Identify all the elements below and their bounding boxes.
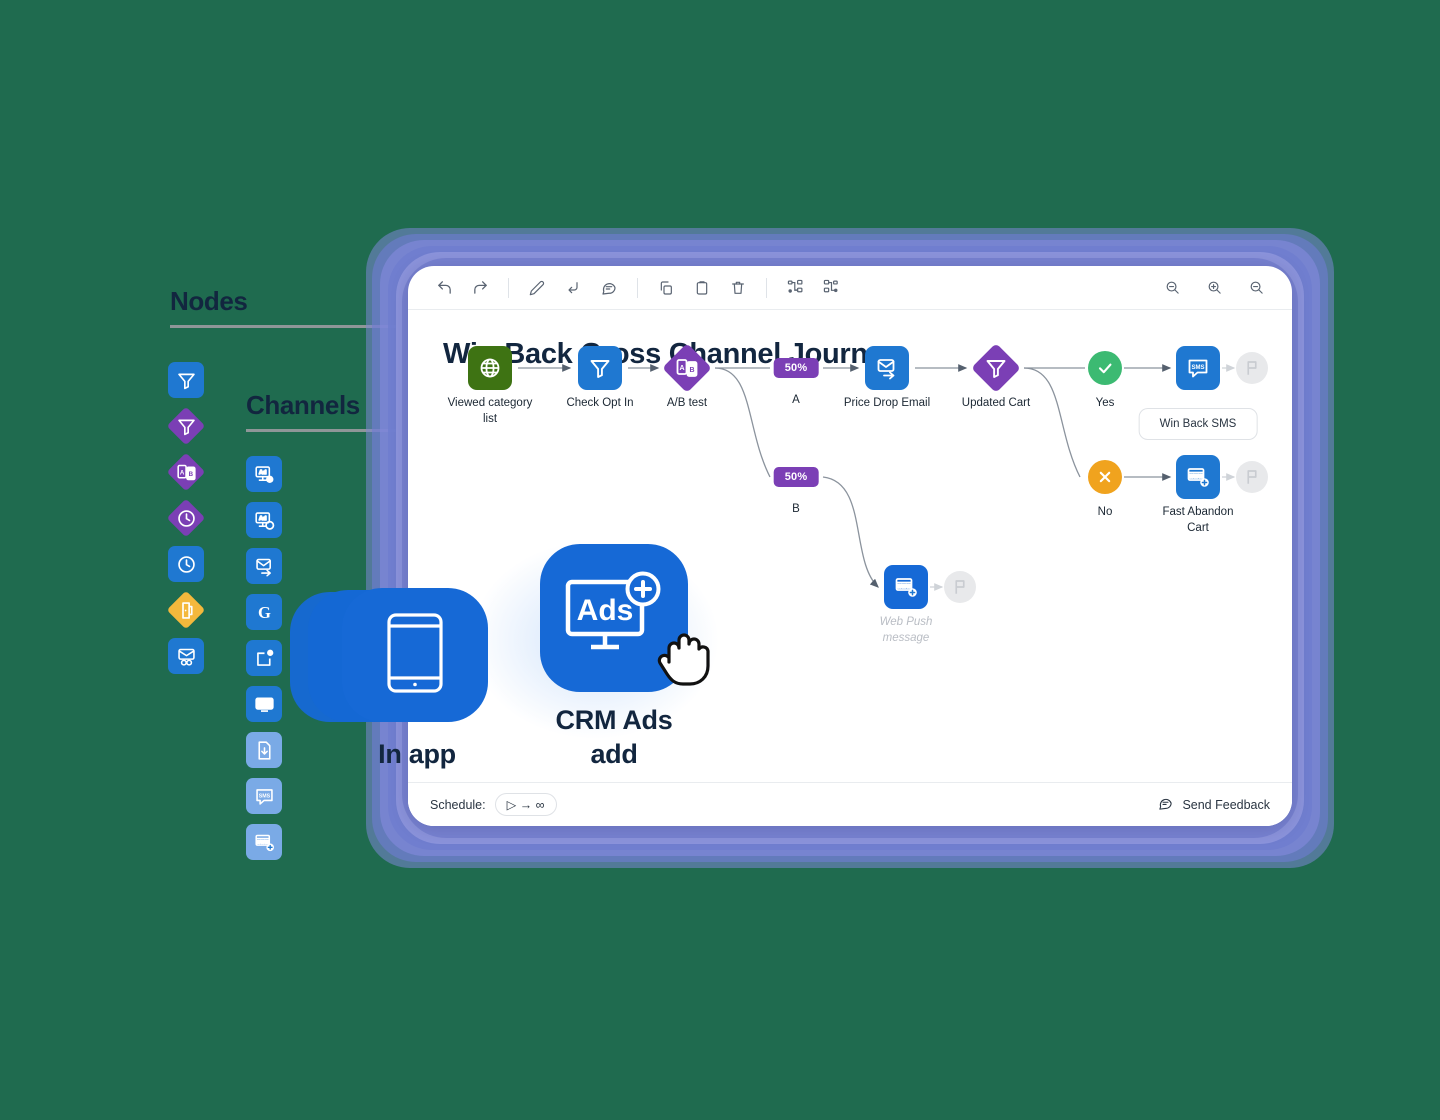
mail-loop-glyph [176,646,197,667]
clock-glyph [176,554,197,575]
win-back-sms-shape: SMS [1176,346,1220,390]
sms-channel-icon[interactable]: SMS [246,778,282,814]
funnel-glyph [176,370,197,391]
send-feedback-button[interactable]: Send Feedback [1158,796,1270,814]
ads-remove-channel-icon[interactable]: Ad [246,502,282,538]
win-back-sms-chip[interactable]: Win Back SMS [1138,408,1258,440]
ab-test-node-icon[interactable]: AB [166,452,206,492]
ads-add-channel-icon[interactable]: Ad [246,456,282,492]
check-opt-in-shape [578,346,622,390]
svg-text:B: B [188,471,193,478]
toolbar-divider-3 [766,277,767,298]
branch-b-pill-sublabel: B [792,503,800,515]
google-glyph: G [254,602,275,623]
svg-text:A: A [679,365,684,372]
schedule-label: Schedule: [430,797,486,812]
trash-icon[interactable] [720,273,756,303]
doc-down-glyph [254,740,275,761]
filter-node-icon[interactable] [168,362,204,398]
layout-vertical-icon[interactable] [813,273,849,303]
pencil-icon[interactable] [519,273,555,303]
nodes-icon-list: AB [166,362,206,674]
branch-a-pill-sublabel: A [792,394,800,406]
fast-abandon-cart-shape: www [1176,455,1220,499]
schedule-group: Schedule: ▷ → ∞ [430,793,557,816]
end-flag-icon [1236,461,1268,493]
branch-b-pill[interactable]: 50% [773,467,819,487]
editor-toolbar [408,266,1292,310]
yes-branch-circle [1088,351,1122,385]
paste-icon[interactable] [684,273,720,303]
web-push-message-shape: www [884,565,928,609]
sms-glyph: SMS [254,786,275,807]
ad-plus-glyph: Ad [254,464,275,485]
end-flag-icon [1236,352,1268,384]
mail-arrow-glyph [254,556,275,577]
ab-glyph: AB [176,462,197,483]
svg-text:SMS: SMS [1191,365,1204,371]
monitor-glyph [254,694,275,715]
in-app-overlay-label: In app [378,739,456,769]
comment-icon[interactable] [591,273,627,303]
connector-icon[interactable] [555,273,591,303]
on-site-channel-icon[interactable] [246,686,282,722]
svg-text:www: www [896,584,911,590]
branch-a-pill[interactable]: 50% [773,358,819,378]
schedule-chip[interactable]: ▷ → ∞ [494,793,557,816]
svg-text:SMS: SMS [258,793,270,799]
svg-text:A: A [179,469,184,476]
redo-icon[interactable] [462,273,498,303]
price-drop-email-shape [865,346,909,390]
svg-text:Ads: Ads [577,594,634,627]
zoom-out-icon[interactable] [1154,273,1190,303]
wait-condition-node-icon[interactable] [166,498,206,538]
in-app-channel-card[interactable] [342,588,488,722]
pointer-hand-cursor-icon [655,622,719,699]
editor-footer: Schedule: ▷ → ∞ Send Feedback [408,782,1292,826]
toolbar-divider-1 [508,277,509,298]
google-channel-icon[interactable]: G [246,594,282,630]
fast-abandon-cart-label: Fast Abandon Cart [1162,506,1234,534]
crm-ads-label-line: CRM Ads [555,705,673,735]
zoom-in-icon[interactable] [1196,273,1232,303]
copy-icon[interactable] [648,273,684,303]
undo-icon[interactable] [426,273,462,303]
exit-node-icon[interactable] [166,590,206,630]
ads-monitor-plus-icon: Ads [562,568,666,669]
end-flag-icon [944,571,976,603]
no-branch-circle [1088,460,1122,494]
crm-ads-overlay-label: CRM Ads add [526,704,702,772]
viewed-category-list-shape [468,346,512,390]
inapp-dot-glyph [254,648,275,669]
feedback-comment-icon [1158,796,1173,814]
web-push-channel-icon[interactable]: www [246,824,282,860]
email-channel-icon[interactable] [246,548,282,584]
in-app-channel-icon[interactable] [246,640,282,676]
clock-glyph [176,508,197,529]
web-push-message-label: Web Push message [879,616,933,644]
funnel-glyph [176,416,197,437]
toolbar-divider-2 [637,277,638,298]
send-feedback-label: Send Feedback [1182,797,1270,812]
svg-text:B: B [689,367,694,374]
crm-ads-label-line: add [590,738,638,769]
filter-split-node-icon[interactable] [166,406,206,446]
door-glyph [176,600,197,621]
layout-horizontal-icon[interactable] [777,273,813,303]
wait-node-icon[interactable] [168,546,204,582]
zoom-reset-icon[interactable] [1238,273,1274,303]
content-card-channel-icon[interactable] [246,732,282,768]
channels-icon-list: Ad Ad G SMS www [246,456,282,860]
zoom-controls [1154,273,1274,303]
web-push-glyph: www [254,832,275,853]
email-loop-node-icon[interactable] [168,638,204,674]
ad-minus-glyph: Ad [254,510,275,531]
svg-text:Ad: Ad [259,516,267,522]
svg-text:Ad: Ad [259,470,267,476]
ab-test-label: A/B test [666,397,708,409]
svg-text:G: G [258,603,271,622]
mobile-device-icon [386,612,444,699]
svg-text:www: www [1188,474,1203,480]
